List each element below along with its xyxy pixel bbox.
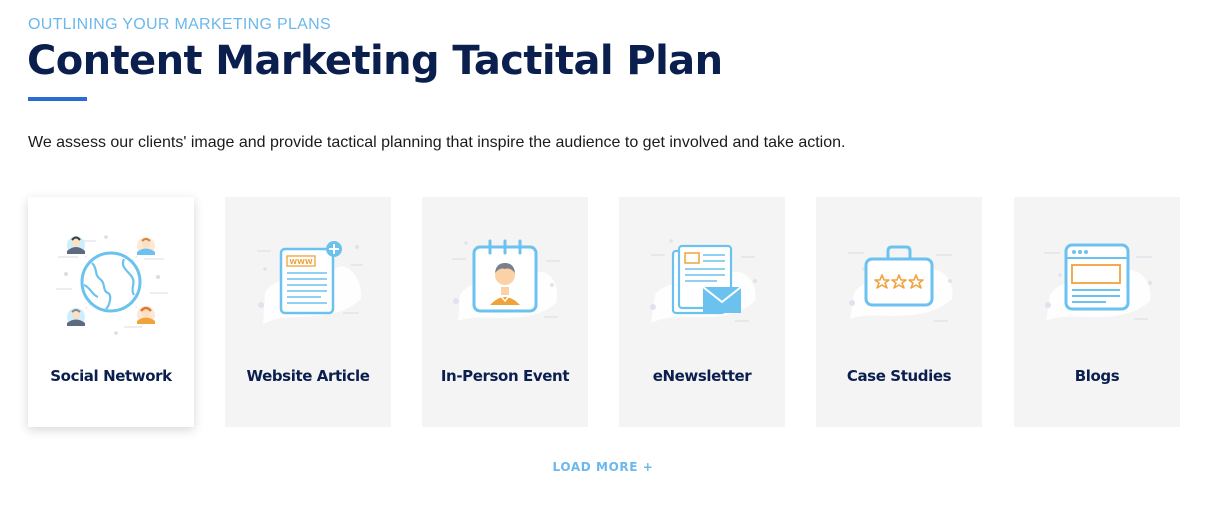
page-title: Content Marketing Tactital Plan	[27, 38, 723, 84]
card-label: Blogs	[1074, 367, 1120, 385]
title-underline	[28, 97, 87, 101]
newsletter-envelope-icon	[650, 239, 757, 323]
globe-network-icon	[56, 235, 168, 335]
section-description: We assess our clients' image and provide…	[28, 134, 846, 151]
browser-window-icon	[1044, 243, 1152, 321]
content-marketing-section: OUTLINING YOUR MARKETING PLANS Content M…	[0, 0, 1206, 510]
section-eyebrow: OUTLINING YOUR MARKETING PLANS	[28, 16, 331, 33]
card-enewsletter[interactable]: eNewsletter	[619, 197, 785, 427]
card-website-article[interactable]: WWW Website Article	[225, 197, 391, 427]
www-text: WWW	[289, 258, 312, 266]
card-social-network[interactable]: Social Network	[28, 197, 194, 427]
load-more-button[interactable]: LOAD MORE +	[0, 460, 1206, 474]
card-label: Case Studies	[846, 367, 952, 385]
briefcase-stars-icon	[848, 245, 953, 322]
calendar-person-icon	[452, 239, 560, 321]
card-label: Website Article	[246, 367, 370, 385]
card-label: In-Person Event	[440, 367, 570, 385]
card-in-person-event[interactable]: In-Person Event	[422, 197, 588, 427]
card-label: eNewsletter	[652, 367, 752, 385]
card-case-studies[interactable]: Case Studies	[816, 197, 982, 427]
card-label: Social Network	[50, 367, 172, 385]
web-document-icon: WWW	[257, 241, 363, 325]
card-blogs[interactable]: Blogs	[1014, 197, 1180, 427]
tactic-cards: Social Network WWW Website Article In-Pe…	[28, 197, 1180, 427]
